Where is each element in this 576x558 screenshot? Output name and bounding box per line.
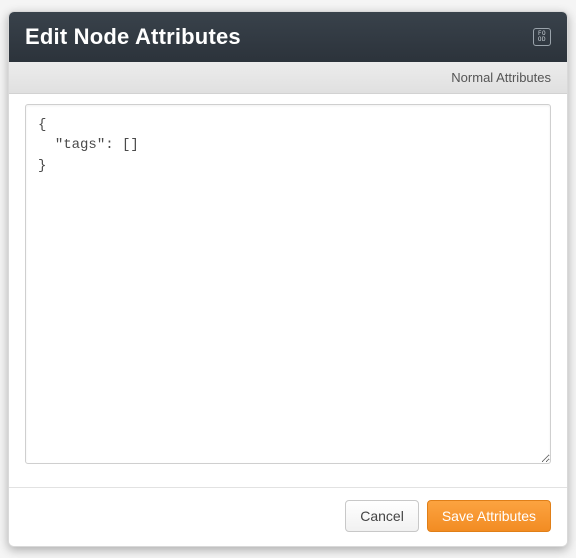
attributes-mode-label[interactable]: Normal Attributes <box>451 70 551 85</box>
attributes-toolbar: Normal Attributes <box>9 62 567 94</box>
food-icon[interactable]: FOOD <box>533 28 551 46</box>
modal-footer: Cancel Save Attributes <box>9 487 567 546</box>
edit-attributes-modal: Edit Node Attributes FOOD Normal Attribu… <box>8 11 568 547</box>
save-attributes-button[interactable]: Save Attributes <box>427 500 551 532</box>
modal-title: Edit Node Attributes <box>25 24 241 50</box>
cancel-button[interactable]: Cancel <box>345 500 419 532</box>
attributes-editor[interactable] <box>25 104 551 464</box>
modal-body <box>9 94 567 487</box>
modal-header: Edit Node Attributes FOOD <box>9 12 567 62</box>
